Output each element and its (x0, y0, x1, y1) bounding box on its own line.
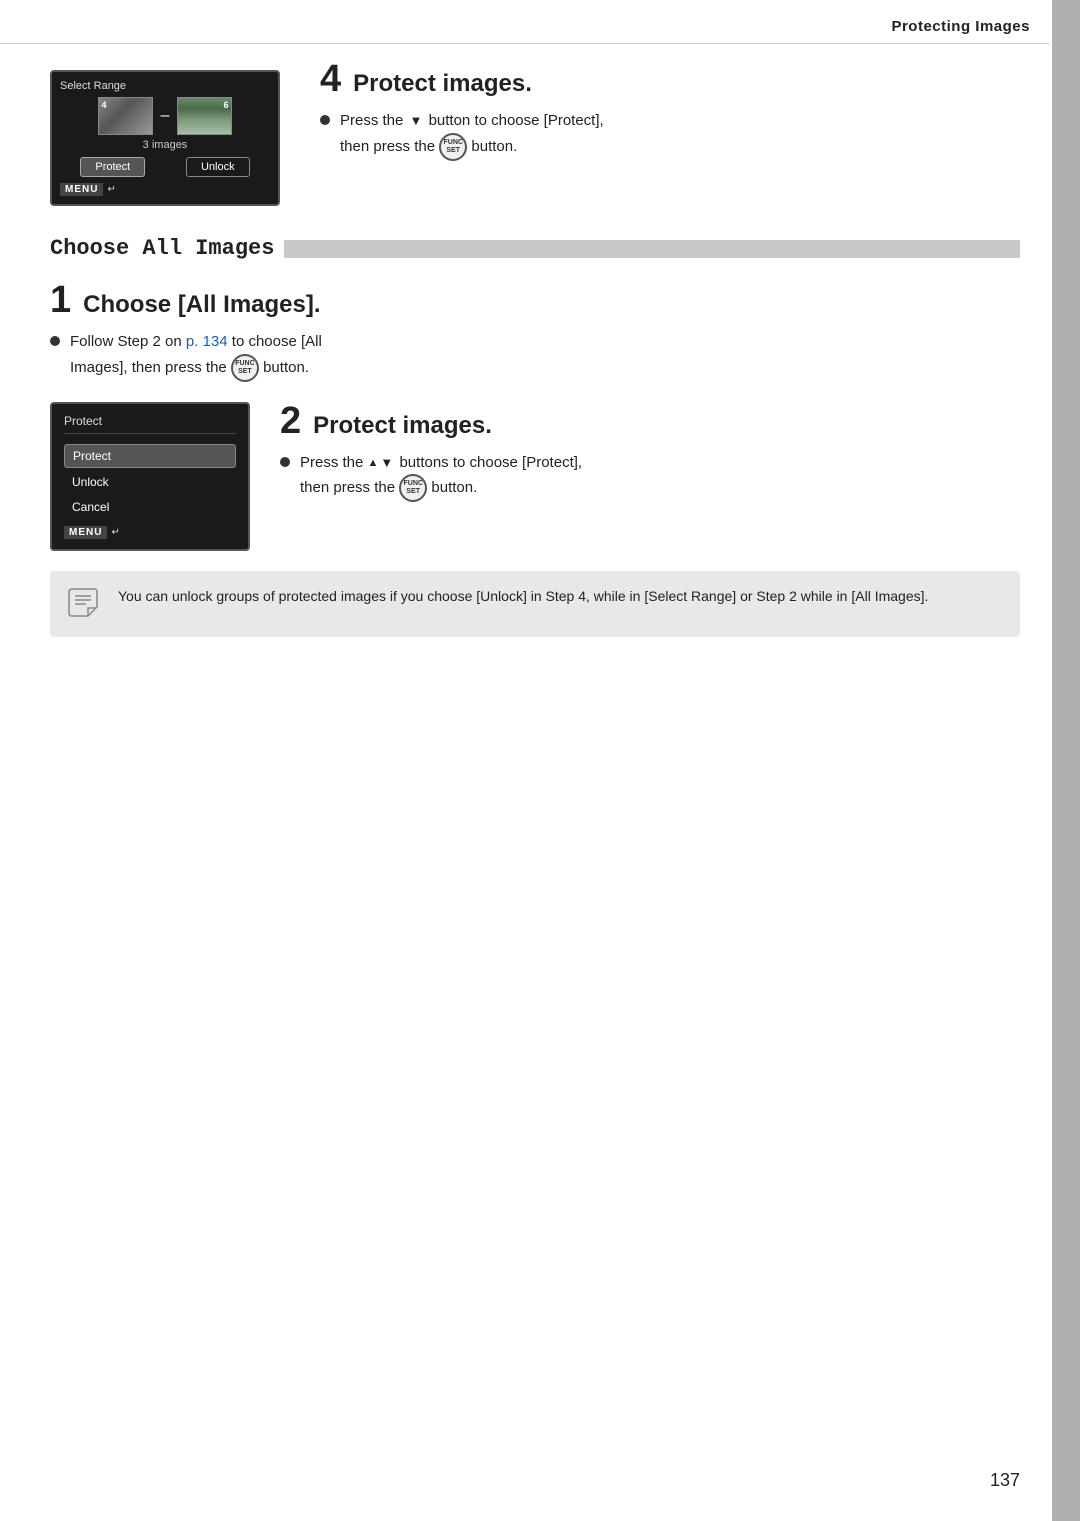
screen-buttons: Protect Unlock (60, 157, 270, 177)
screen-title: Select Range (60, 80, 270, 92)
step-1-number: 1 (50, 281, 71, 319)
menu-label: MENU (60, 183, 103, 196)
divider-line (284, 240, 1020, 258)
menu-protect: Protect (64, 444, 236, 468)
menu-bar-2: MENU ↵ (64, 526, 236, 539)
protect-btn: Protect (80, 157, 145, 177)
left-thumb: 4 (98, 97, 153, 135)
page-title: Protecting Images (891, 18, 1030, 35)
func-set-button-1: FUNCSET (231, 354, 259, 382)
note-text: You can unlock groups of protected image… (118, 585, 928, 607)
step-1-bullet: Follow Step 2 on p. 134 to choose [All I… (50, 331, 1020, 382)
right-thumb: 6 (177, 97, 232, 135)
sidebar-bar (1052, 0, 1080, 1521)
menu-bar: MENU ↵ (60, 183, 270, 196)
step-1-header: 1 Choose [All Images]. (50, 281, 1020, 319)
step-4-title: Protect images. (353, 70, 532, 98)
return-arrow: ↵ (107, 184, 115, 195)
step-4-bullet: Press the ▼ button to choose [Protect], … (320, 110, 1020, 161)
menu-unlock: Unlock (64, 471, 236, 493)
protect-screen: Protect Protect Unlock Cancel MENU ↵ (50, 402, 250, 551)
menu-label-2: MENU (64, 526, 107, 539)
step-1-row: 1 Choose [All Images]. Follow Step 2 on … (50, 281, 1020, 382)
main-content: Select Range 4 – 6 3 images Protect Unlo… (50, 60, 1020, 637)
step-1-content: 1 Choose [All Images]. Follow Step 2 on … (50, 281, 1020, 382)
step-1-bullet-text: Follow Step 2 on p. 134 to choose [All I… (70, 331, 322, 382)
section-title: Choose All Images (50, 236, 274, 261)
step-2-header: 2 Protect images. (280, 402, 1020, 440)
images-count: 3 images (60, 139, 270, 151)
menu-cancel: Cancel (64, 496, 236, 518)
step-2-screen-container: Protect Protect Unlock Cancel MENU ↵ (50, 402, 250, 551)
down-arrow-icon-2: ▼ (380, 453, 393, 473)
func-set-button: FUNCSET (439, 133, 467, 161)
step-2-bullet: Press the ▲▼ buttons to choose [Protect]… (280, 452, 1020, 503)
page-link[interactable]: p. 134 (186, 333, 228, 350)
images-row: 4 – 6 (60, 97, 270, 135)
right-num: 6 (223, 100, 228, 110)
select-range-screen: Select Range 4 – 6 3 images Protect Unlo… (50, 70, 280, 206)
step-4-header: 4 Protect images. (320, 60, 1020, 98)
step-4-content: 4 Protect images. Press the ▼ button to … (320, 60, 1020, 161)
bullet-dot (320, 115, 330, 125)
bullet-dot-1 (50, 336, 60, 346)
step-2-number: 2 (280, 402, 301, 440)
step-4-section: Select Range 4 – 6 3 images Protect Unlo… (50, 60, 1020, 206)
bullet-dot-2 (280, 457, 290, 467)
note-icon (68, 587, 104, 623)
dash: – (161, 107, 170, 125)
unlock-btn: Unlock (186, 157, 250, 177)
screen-2-title: Protect (64, 414, 236, 434)
step-2-title: Protect images. (313, 412, 492, 440)
step-2-bullet-text: Press the ▲▼ buttons to choose [Protect]… (300, 452, 582, 503)
step-2-row: Protect Protect Unlock Cancel MENU ↵ 2 P… (50, 402, 1020, 551)
step-2-content: 2 Protect images. Press the ▲▼ buttons t… (280, 402, 1020, 503)
page-number: 137 (990, 1470, 1020, 1491)
step-4-screen: Select Range 4 – 6 3 images Protect Unlo… (50, 70, 280, 206)
step-4-bullet-text: Press the ▼ button to choose [Protect], … (340, 110, 604, 161)
step-1-title: Choose [All Images]. (83, 291, 320, 319)
return-arrow-2: ↵ (111, 527, 119, 538)
left-num: 4 (102, 100, 107, 110)
up-arrow-icon: ▲ (368, 456, 379, 468)
section-divider: Choose All Images (50, 236, 1020, 261)
down-arrow-icon: ▼ (410, 111, 423, 131)
page-header: Protecting Images (0, 0, 1050, 44)
func-set-button-2: FUNCSET (399, 474, 427, 502)
note-box: You can unlock groups of protected image… (50, 571, 1020, 637)
step-4-number: 4 (320, 60, 341, 98)
